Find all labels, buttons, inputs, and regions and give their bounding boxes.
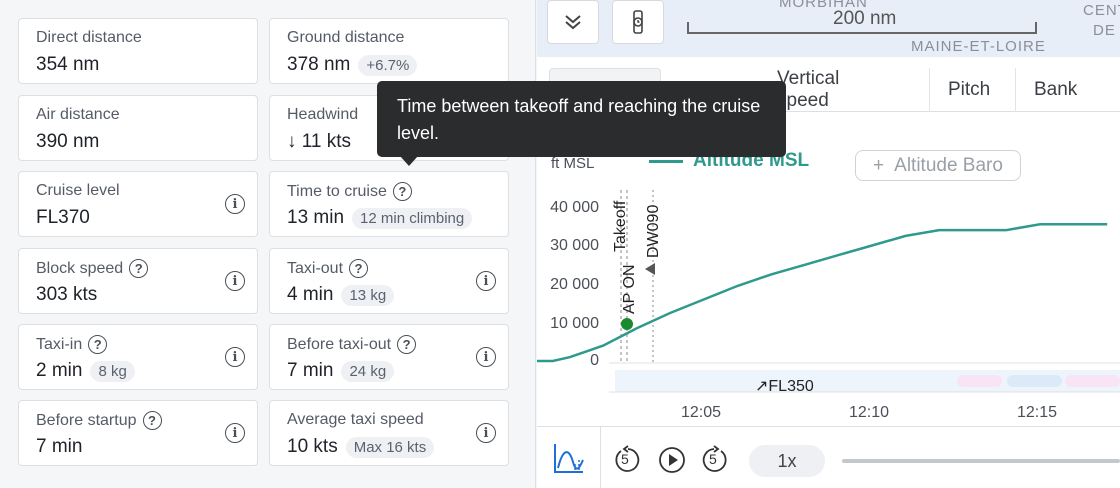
map-label: CENT bbox=[1083, 2, 1120, 19]
before-startup-card: Before startup ? 7 min i bbox=[18, 400, 258, 466]
taxi-in-label: Taxi-in bbox=[36, 335, 83, 353]
help-icon[interactable]: ? bbox=[392, 182, 412, 201]
headwind-value: ↓ 11 kts bbox=[287, 131, 352, 152]
playback-bar: 5 5 1x bbox=[537, 426, 1120, 488]
info-icon[interactable]: i bbox=[225, 347, 245, 367]
map-label: MAINE-ET-LOIRE bbox=[911, 38, 1046, 55]
ap-on-marker bbox=[621, 318, 633, 330]
before-taxi-out-card: Before taxi-out ? 7 min 24 kg i bbox=[269, 324, 509, 390]
watch-icon bbox=[633, 10, 643, 34]
x-tick-label: 12:15 bbox=[1017, 404, 1058, 421]
air-distance-value: 390 nm bbox=[36, 131, 100, 152]
before-taxi-out-label: Before taxi-out bbox=[287, 335, 392, 353]
before-startup-label: Before startup bbox=[36, 411, 137, 429]
altitude-chart[interactable]: Takeoff AP ON DW090 ↗FL350 bbox=[537, 120, 1120, 400]
help-icon[interactable]: ? bbox=[88, 335, 108, 354]
ground-distance-badge: +6.7% bbox=[358, 54, 418, 76]
taxi-in-badge: 8 kg bbox=[90, 360, 135, 382]
event-label-dw090: DW090 bbox=[645, 205, 662, 258]
taxi-in-value: 2 min bbox=[36, 360, 83, 381]
cruise-level-value: FL370 bbox=[36, 207, 90, 228]
taxi-in-card: Taxi-in ? 2 min 8 kg i bbox=[18, 324, 258, 390]
timeline-segment bbox=[957, 375, 1002, 387]
average-taxi-speed-value: 10 kts bbox=[287, 436, 338, 457]
help-icon[interactable]: ? bbox=[349, 259, 369, 278]
block-speed-value: 303 kts bbox=[36, 284, 98, 305]
dw090-marker-icon bbox=[645, 263, 655, 275]
time-to-cruise-label: Time to cruise bbox=[287, 182, 387, 200]
time-to-cruise-value: 13 min bbox=[287, 207, 345, 228]
time-to-cruise-card: Time to cruise ? 13 min 12 min climbing bbox=[269, 171, 509, 237]
ground-distance-card: Ground distance 378 nm +6.7% bbox=[269, 18, 509, 84]
info-icon[interactable]: i bbox=[225, 194, 245, 214]
map-scale-label: 200 nm bbox=[833, 8, 897, 29]
ground-distance-label: Ground distance bbox=[287, 29, 405, 46]
help-icon[interactable]: ? bbox=[142, 411, 162, 430]
collapse-map-button[interactable] bbox=[547, 0, 599, 44]
air-distance-label: Air distance bbox=[36, 106, 120, 123]
direct-distance-value: 354 nm bbox=[36, 54, 100, 75]
tab-pitch[interactable]: Pitch bbox=[929, 68, 1015, 112]
fl350-annotation: ↗FL350 bbox=[755, 378, 814, 395]
help-icon[interactable]: ? bbox=[129, 259, 149, 278]
event-label-takeoff: Takeoff bbox=[612, 200, 629, 252]
chart-curve-icon bbox=[553, 444, 584, 473]
ground-distance-value: 378 nm bbox=[287, 54, 351, 75]
play-icon[interactable] bbox=[657, 445, 687, 475]
taxi-out-value: 4 min bbox=[287, 284, 334, 305]
x-tick-label: 12:10 bbox=[849, 404, 890, 421]
air-distance-card: Air distance 390 nm bbox=[18, 95, 258, 161]
info-icon[interactable]: i bbox=[476, 347, 496, 367]
timeline-segment bbox=[1007, 375, 1062, 387]
time-to-cruise-badge: 12 min climbing bbox=[352, 207, 473, 229]
before-taxi-out-value: 7 min bbox=[287, 360, 334, 381]
average-taxi-speed-badge: Max 16 kts bbox=[345, 436, 435, 458]
cruise-level-card: Cruise level FL370 i bbox=[18, 171, 258, 237]
map-label: DE bbox=[1093, 22, 1116, 39]
average-taxi-speed-card: Average taxi speed 10 kts Max 16 kts i bbox=[269, 400, 509, 466]
tooltip-text: Time between takeoff and reaching the cr… bbox=[397, 96, 761, 143]
taxi-out-badge: 13 kg bbox=[341, 284, 395, 306]
map-view[interactable]: MORBIHAN MAINE-ET-LOIRE CENT DE 200 nm bbox=[537, 0, 1120, 57]
x-tick-label: 12:05 bbox=[681, 404, 722, 421]
headwind-label: Headwind bbox=[287, 106, 359, 123]
double-chevron-down-icon bbox=[565, 15, 581, 30]
taxi-out-label: Taxi-out bbox=[287, 259, 344, 277]
info-icon[interactable]: i bbox=[476, 271, 496, 291]
taxi-out-card: Taxi-out ? 4 min 13 kg i bbox=[269, 248, 509, 314]
flight-chart-panel: MORBIHAN MAINE-ET-LOIRE CENT DE 200 nm V… bbox=[537, 0, 1120, 488]
direct-distance-card: Direct distance 354 nm bbox=[18, 18, 258, 84]
before-startup-value: 7 min bbox=[36, 436, 83, 457]
watch-button[interactable] bbox=[612, 0, 664, 44]
tab-bank[interactable]: Bank bbox=[1015, 68, 1120, 112]
before-taxi-out-badge: 24 kg bbox=[341, 360, 395, 382]
forward-seconds: 5 bbox=[709, 451, 717, 467]
cruise-level-label: Cruise level bbox=[36, 182, 120, 199]
flight-stats-panel: Direct distance 354 nm Ground distance 3… bbox=[0, 0, 536, 488]
info-icon[interactable]: i bbox=[225, 271, 245, 291]
event-label-ap-on: AP ON bbox=[621, 265, 638, 315]
direct-distance-label: Direct distance bbox=[36, 29, 142, 46]
block-speed-card: Block speed ? 303 kts i bbox=[18, 248, 258, 314]
block-speed-label: Block speed bbox=[36, 259, 124, 277]
info-icon[interactable]: i bbox=[225, 423, 245, 443]
average-taxi-speed-label: Average taxi speed bbox=[287, 411, 424, 428]
timeline-segment bbox=[1065, 375, 1120, 387]
info-icon[interactable]: i bbox=[476, 423, 496, 443]
chart-mode-button[interactable] bbox=[537, 427, 601, 488]
time-to-cruise-tooltip: Time between takeoff and reaching the cr… bbox=[377, 81, 786, 166]
help-icon[interactable]: ? bbox=[397, 335, 417, 354]
rewind-seconds: 5 bbox=[621, 451, 629, 467]
playback-scrubber[interactable] bbox=[842, 459, 1120, 463]
playback-speed-button[interactable]: 1x bbox=[749, 445, 825, 477]
tooltip-arrow bbox=[400, 156, 418, 166]
